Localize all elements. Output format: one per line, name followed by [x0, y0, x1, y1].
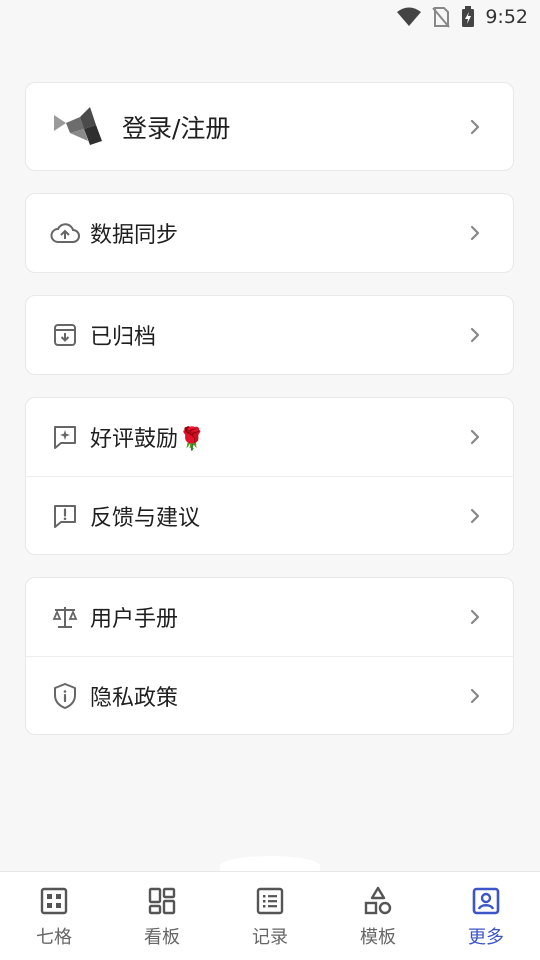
cloud-upload-icon — [50, 218, 80, 248]
login-card[interactable]: 登录/注册 — [25, 82, 514, 171]
chevron-right-icon — [467, 327, 483, 343]
feedback-card: 好评鼓励🌹 反馈与建议 — [25, 397, 514, 555]
chevron-right-icon — [467, 225, 483, 241]
chevron-right-icon — [467, 609, 483, 625]
shapes-icon — [362, 885, 394, 917]
archive-card[interactable]: 已归档 — [25, 295, 514, 375]
grid-icon — [38, 885, 70, 917]
menu-item-sync[interactable]: 数据同步 — [26, 194, 513, 272]
chevron-right-icon — [467, 508, 483, 524]
bird-logo-icon — [54, 106, 104, 147]
battery-charging-icon — [461, 6, 475, 28]
tab-label: 更多 — [468, 927, 504, 948]
archive-label: 已归档 — [90, 325, 157, 350]
feedback-label: 反馈与建议 — [90, 505, 201, 531]
wifi-icon — [397, 7, 422, 27]
tab-kanban[interactable]: 看板 — [108, 872, 216, 960]
tab-label: 看板 — [144, 927, 180, 948]
chat-sparkle-icon — [50, 422, 80, 452]
status-icons: 9:52 — [397, 6, 528, 28]
status-bar: 9:52 — [0, 0, 540, 36]
chevron-right-icon — [467, 429, 483, 445]
rate-label: 好评鼓励🌹 — [90, 427, 206, 452]
bottom-tab-bar: 七格 看板 记录 模板 更多 — [0, 871, 540, 960]
login-label: 登录/注册 — [122, 113, 231, 143]
chat-alert-icon — [50, 501, 80, 531]
profile-icon — [470, 885, 502, 917]
tab-label: 记录 — [252, 927, 288, 948]
menu-item-feedback[interactable]: 反馈与建议 — [26, 476, 513, 554]
tab-templates[interactable]: 模板 — [324, 872, 432, 960]
privacy-label: 隐私政策 — [90, 685, 179, 711]
tab-more[interactable]: 更多 — [432, 872, 540, 960]
scale-icon — [50, 602, 80, 632]
no-sim-icon — [431, 6, 451, 28]
tab-qige[interactable]: 七格 — [0, 872, 108, 960]
tab-records[interactable]: 记录 — [216, 872, 324, 960]
chevron-right-icon — [467, 688, 483, 704]
menu-item-privacy[interactable]: 隐私政策 — [26, 656, 513, 734]
status-time: 9:52 — [485, 6, 528, 28]
tab-label: 七格 — [36, 927, 72, 948]
manual-label: 用户手册 — [90, 607, 179, 632]
board-icon — [146, 885, 178, 917]
chevron-right-icon — [467, 119, 483, 135]
menu-item-archive[interactable]: 已归档 — [26, 296, 513, 374]
menu-item-rate[interactable]: 好评鼓励🌹 — [26, 398, 513, 476]
archive-box-icon — [50, 320, 80, 350]
menu-item-manual[interactable]: 用户手册 — [26, 578, 513, 656]
list-icon — [254, 885, 286, 917]
sync-card[interactable]: 数据同步 — [25, 193, 514, 273]
login-row[interactable]: 登录/注册 — [26, 83, 513, 170]
sync-label: 数据同步 — [90, 223, 179, 248]
tab-label: 模板 — [360, 927, 396, 948]
shield-info-icon — [50, 681, 80, 711]
info-card: 用户手册 隐私政策 — [25, 577, 514, 735]
